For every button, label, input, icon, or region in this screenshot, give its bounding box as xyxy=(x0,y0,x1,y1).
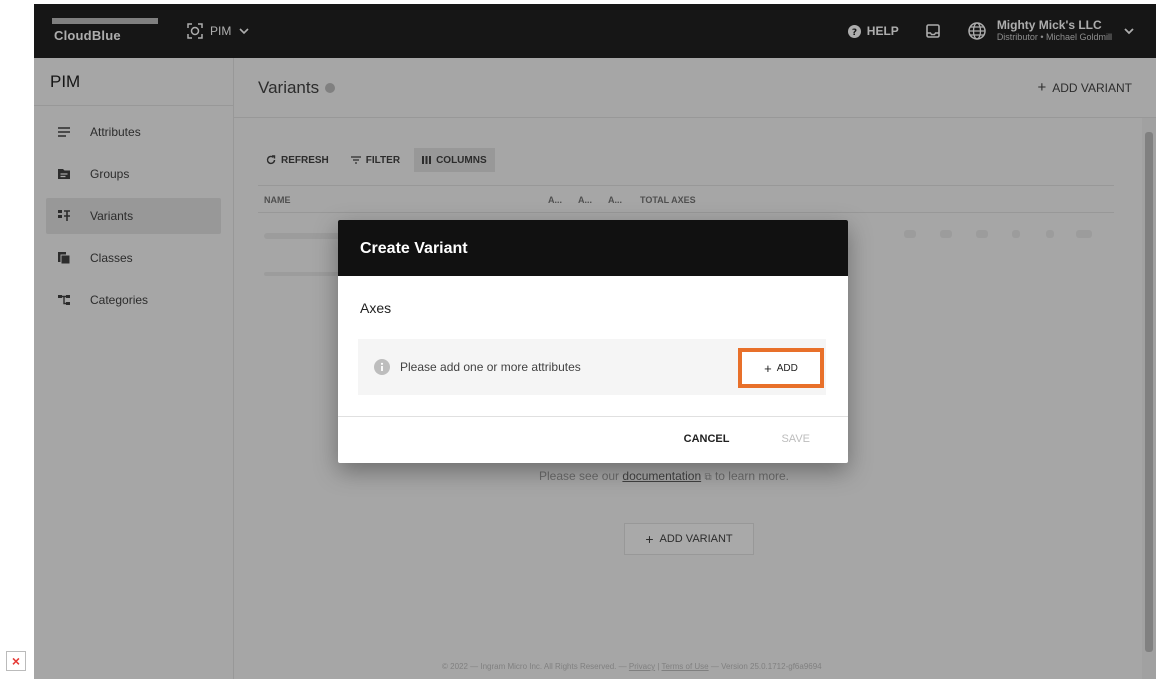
plus-icon: + xyxy=(764,360,772,376)
save-button[interactable]: SAVE xyxy=(781,433,810,445)
app-frame: CloudBlue PIM ? HELP Mighty Mick's LLC D… xyxy=(34,4,1156,679)
dialog-actions: CANCEL SAVE xyxy=(684,433,810,445)
info-icon xyxy=(374,359,390,375)
axes-section-title: Axes xyxy=(360,300,392,316)
add-axis-button[interactable]: + ADD xyxy=(738,348,824,388)
cancel-button[interactable]: CANCEL xyxy=(684,433,730,445)
axes-empty-notice: Please add one or more attributes + ADD xyxy=(358,339,826,395)
add-axis-label: ADD xyxy=(776,362,798,374)
broken-image-icon: × xyxy=(6,651,26,671)
axes-empty-message: Please add one or more attributes xyxy=(400,360,581,374)
dialog-title: Create Variant xyxy=(338,220,848,276)
dialog-divider xyxy=(338,416,848,417)
create-variant-dialog: Create Variant Axes Please add one or mo… xyxy=(338,220,848,463)
